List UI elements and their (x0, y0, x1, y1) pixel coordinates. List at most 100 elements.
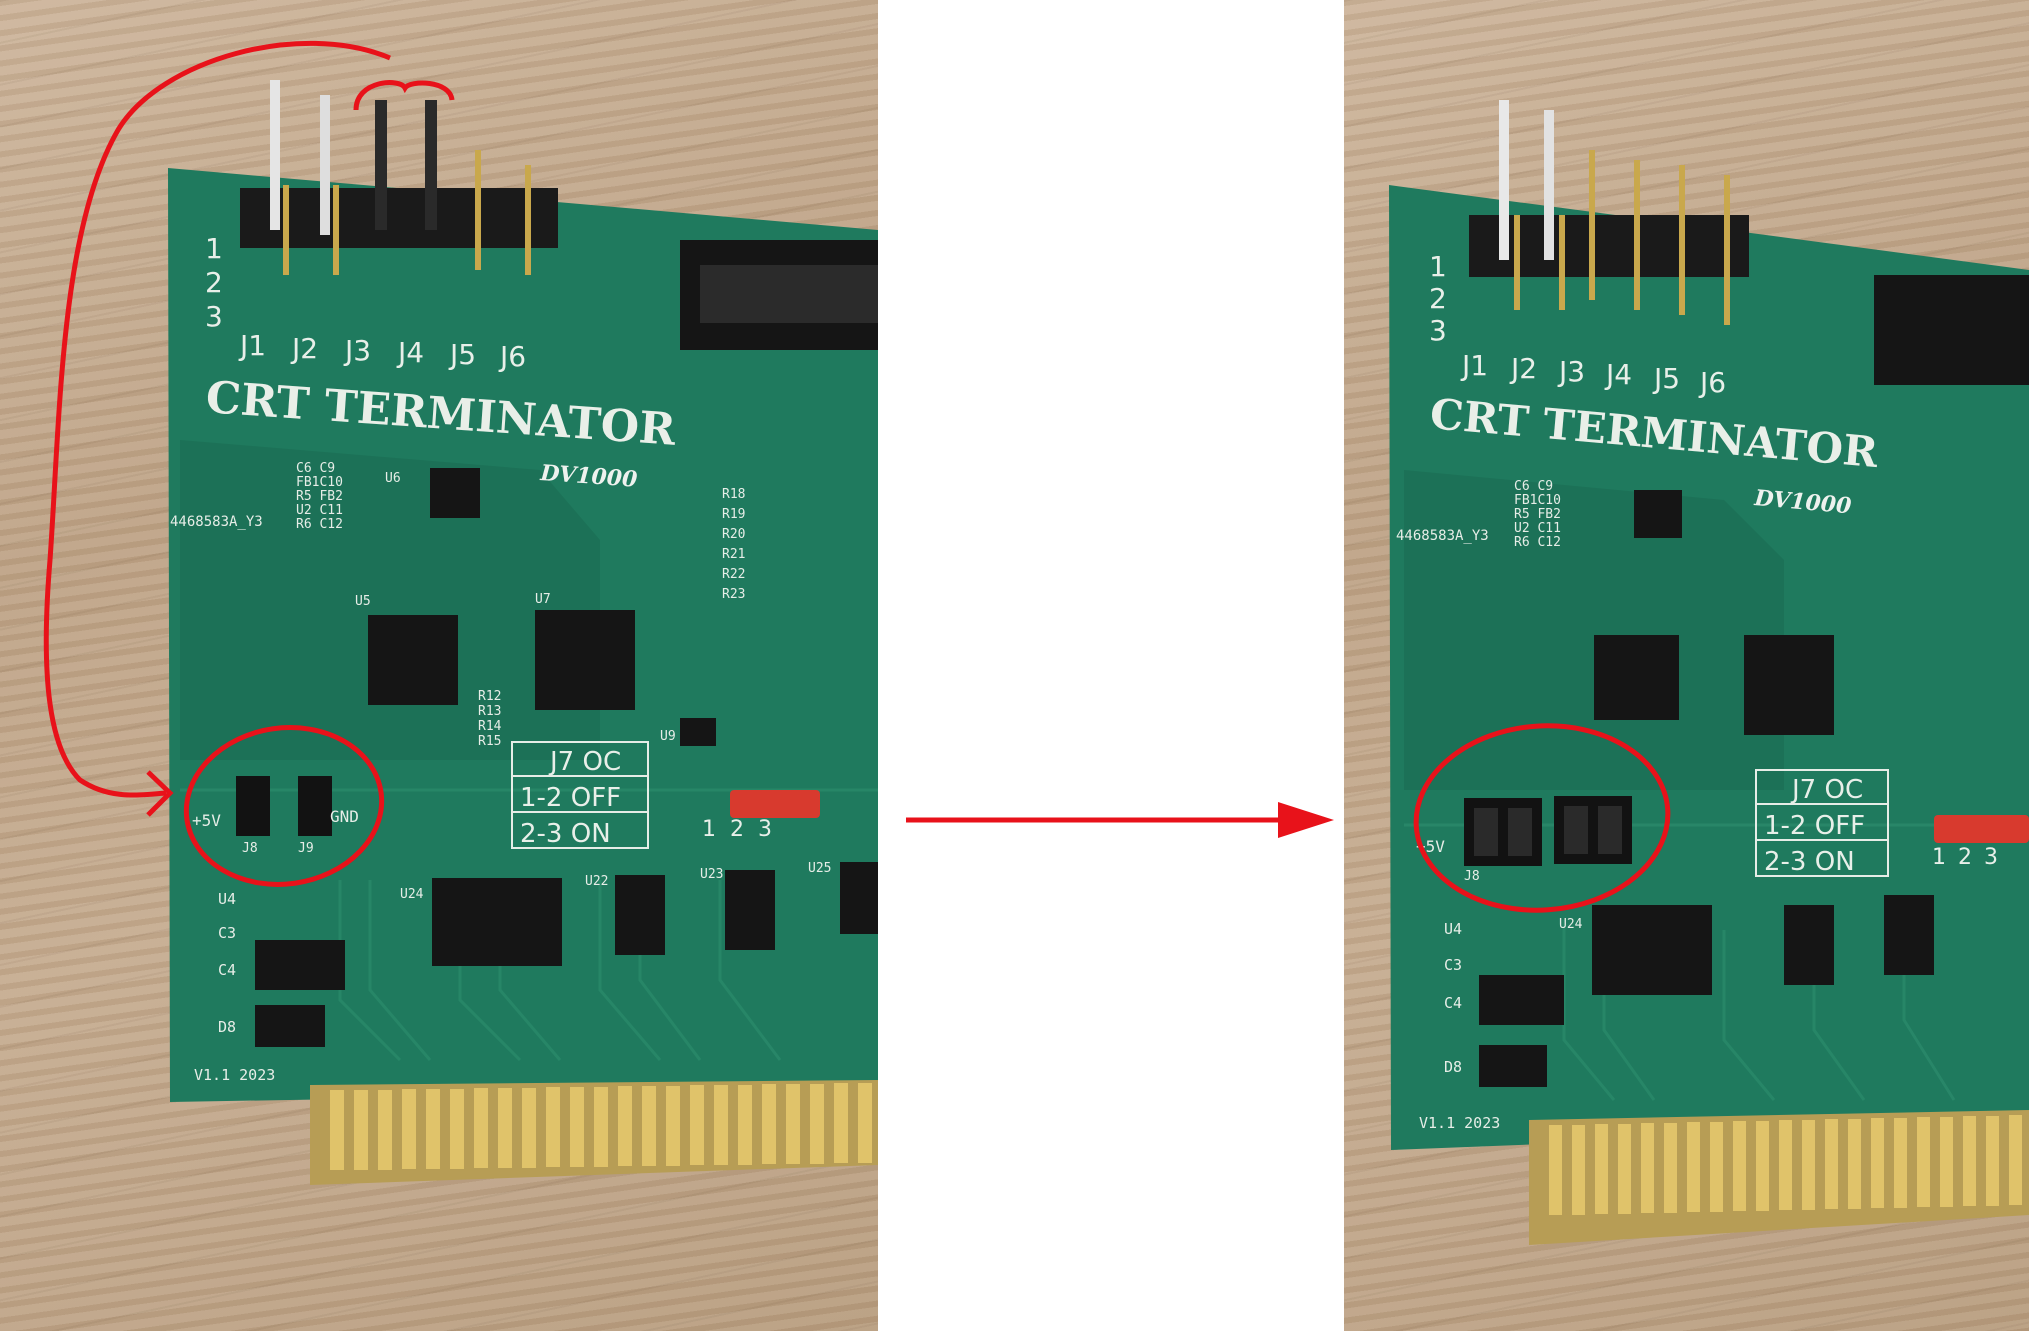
j7-table-title: J7 OC (548, 747, 621, 777)
svg-text:R23: R23 (722, 587, 745, 602)
label-j9: J9 (298, 841, 314, 856)
j7-table-row1: 1-2 OFF (520, 783, 621, 813)
ic-mcu (1594, 635, 1679, 720)
j7-red-jumper (730, 790, 820, 818)
header-row-1: 1 (205, 232, 223, 265)
ic-u25 (840, 862, 878, 934)
svg-text:J4: J4 (1604, 358, 1632, 391)
svg-text:1-2 OFF: 1-2 OFF (1764, 811, 1865, 841)
svg-text:1: 1 (702, 817, 716, 842)
ic-u22 (615, 875, 665, 955)
svg-text:U6: U6 (385, 471, 401, 486)
ic-u24 (432, 878, 562, 966)
svg-text:J1: J1 (1460, 349, 1488, 382)
svg-text:U7: U7 (535, 592, 551, 607)
svg-text:U9: U9 (660, 729, 676, 744)
label-plus-5v: +5V (192, 811, 221, 830)
passives-line-4: U2 C11 (296, 503, 343, 518)
part-number: 4468583A_Y3 (170, 514, 263, 530)
jumper-label-j1: J1 (238, 329, 266, 362)
ic-u23 (725, 870, 775, 950)
svg-text:R22: R22 (722, 567, 745, 582)
svg-text:U23: U23 (700, 867, 723, 882)
svg-text:J6: J6 (1698, 366, 1726, 399)
edge-connector-fingers (330, 1083, 872, 1170)
ic-u7 (1744, 635, 1834, 735)
ic-u6 (430, 468, 480, 518)
svg-text:C6 C9: C6 C9 (1514, 479, 1553, 494)
jumper-label-j2: J2 (290, 332, 318, 365)
svg-text:U24: U24 (1559, 917, 1583, 932)
jumper-label-j6: J6 (498, 340, 526, 373)
svg-text:4468583A_Y3: 4468583A_Y3 (1396, 528, 1489, 544)
annotation-bracket (353, 80, 455, 111)
ic-u24 (1592, 905, 1712, 995)
pin-header-block (1469, 215, 1749, 277)
svg-text:R6 C12: R6 C12 (1514, 535, 1561, 550)
board-version: V1.1 2023 (194, 1066, 275, 1084)
svg-text:R15: R15 (478, 734, 501, 749)
passives-line-5: R6 C12 (296, 517, 343, 532)
svg-text:V1.1 2023: V1.1 2023 (1419, 1114, 1500, 1132)
svg-text:J5: J5 (1652, 362, 1680, 395)
photo-before: 1 2 3 J1 J2 J3 J4 J5 J6 CRT TERMINATOR D… (0, 0, 878, 1331)
edge-connector-fingers (1549, 1115, 2022, 1215)
svg-text:R21: R21 (722, 547, 745, 562)
j7-table-row2: 2-3 ON (520, 819, 611, 849)
svg-text:R5 FB2: R5 FB2 (1514, 507, 1561, 522)
svg-text:1: 1 (1429, 250, 1447, 283)
label-gnd: GND (330, 807, 359, 826)
jumper-j8-header (236, 776, 270, 836)
svg-text:J8: J8 (1464, 869, 1480, 884)
svg-text:J3: J3 (1557, 355, 1585, 388)
svg-text:J7 OC: J7 OC (1790, 775, 1863, 805)
svg-text:1: 1 (1932, 845, 1946, 870)
component-c4 (255, 940, 345, 990)
svg-text:R14: R14 (478, 719, 502, 734)
ic-u7 (535, 610, 635, 710)
svg-text:R13: R13 (478, 704, 501, 719)
passives-line-3: R5 FB2 (296, 489, 343, 504)
svg-text:U2 C11: U2 C11 (1514, 521, 1561, 536)
svg-text:U25: U25 (808, 861, 831, 876)
svg-text:D8: D8 (218, 1018, 236, 1036)
ic-u23 (1884, 895, 1934, 975)
photo-after: 1 2 3 J1 J2 J3 J4 J5 J6 CRT TERMINATOR D… (1344, 0, 2029, 1331)
svg-text:2: 2 (1958, 845, 1972, 870)
svg-text:U4: U4 (218, 890, 236, 908)
svg-text:R12: R12 (478, 689, 501, 704)
transition-arrow-icon (906, 802, 1334, 838)
pcb-region (1404, 470, 1784, 790)
svg-text:R19: R19 (722, 507, 745, 522)
svg-text:2: 2 (1429, 282, 1447, 315)
svg-text:U5: U5 (355, 594, 371, 609)
header-row-3: 3 (205, 300, 223, 333)
j7-red-jumper (1934, 815, 2029, 843)
label-j8: J8 (242, 841, 258, 856)
svg-text:C3: C3 (1444, 956, 1462, 974)
jumper-j9-header (298, 776, 332, 836)
svg-text:R20: R20 (722, 527, 745, 542)
svg-text:U24: U24 (400, 887, 424, 902)
svg-text:2-3 ON: 2-3 ON (1764, 847, 1855, 877)
svg-text:C4: C4 (1444, 994, 1462, 1012)
jumper-label-j4: J4 (396, 336, 424, 369)
svg-text:3: 3 (758, 817, 772, 842)
svg-text:C4: C4 (218, 961, 236, 979)
jumper-label-j3: J3 (343, 334, 371, 367)
component-d8 (1479, 1045, 1547, 1087)
pcb-illustration-after: 1 2 3 J1 J2 J3 J4 J5 J6 CRT TERMINATOR D… (1389, 100, 2029, 1245)
component-d8 (255, 1005, 325, 1047)
ribbon-connector (1874, 275, 2029, 385)
svg-text:U4: U4 (1444, 920, 1462, 938)
passives-line-1: C6 C9 (296, 461, 335, 476)
ic-u9 (680, 718, 716, 746)
ic-u6 (1634, 490, 1682, 538)
svg-text:FB1C10: FB1C10 (1514, 493, 1561, 508)
svg-text:2: 2 (730, 817, 744, 842)
jumper-label-j5: J5 (448, 338, 476, 371)
svg-text:3: 3 (1429, 314, 1447, 347)
svg-text:C3: C3 (218, 924, 236, 942)
svg-text:U22: U22 (585, 874, 608, 889)
svg-text:D8: D8 (1444, 1058, 1462, 1076)
